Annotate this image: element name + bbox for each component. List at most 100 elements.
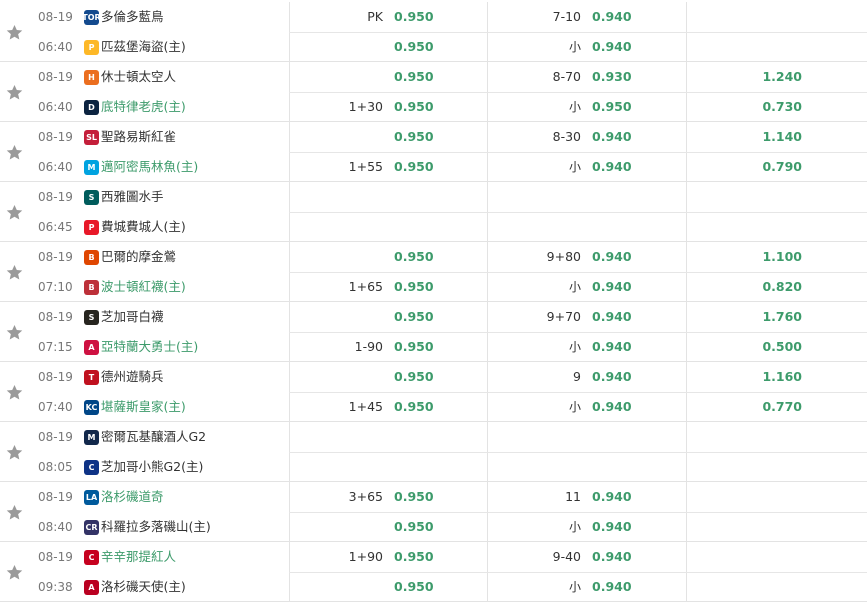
moneyline-odds[interactable]: 1.240 (762, 62, 802, 92)
match-time: 06:45 (38, 220, 73, 234)
moneyline-odds[interactable]: 0.730 (762, 92, 802, 122)
match-time: 07:15 (38, 340, 73, 354)
home-team-line: 09:38 A 洛杉磯天使(主) 0.950 小 0.940 (0, 572, 867, 602)
team-name[interactable]: 芝加哥白襪 (101, 302, 164, 332)
over-under-odds[interactable]: 0.940 (592, 122, 632, 152)
over-under-odds[interactable]: 0.940 (592, 542, 632, 572)
moneyline-odds[interactable]: 0.820 (762, 272, 802, 302)
team-name[interactable]: 洛杉磯天使(主) (101, 572, 186, 602)
team-name[interactable]: 德州遊騎兵 (101, 362, 164, 392)
away-team-line: 08-19 C 辛辛那提紅人 1+90 0.950 9-40 0.940 (0, 542, 867, 572)
over-under-odds[interactable]: 0.940 (592, 332, 632, 362)
handicap-odds[interactable]: 0.950 (394, 122, 434, 152)
braves-logo: A (84, 340, 99, 355)
match-date: 08-19 (38, 370, 73, 384)
over-under-odds[interactable]: 0.940 (592, 362, 632, 392)
team-name[interactable]: 西雅圖水手 (101, 182, 164, 212)
moneyline-odds[interactable]: 1.100 (762, 242, 802, 272)
match-row: 08-19 C 辛辛那提紅人 1+90 0.950 9-40 0.940 09:38 A 洛杉磯天… (0, 542, 867, 602)
over-under-odds[interactable]: 0.940 (592, 512, 632, 542)
handicap-odds[interactable]: 0.950 (394, 482, 434, 512)
handicap-odds[interactable]: 0.950 (394, 512, 434, 542)
team-name[interactable]: 巴爾的摩金鶯 (101, 242, 176, 272)
team-name[interactable]: 波士頓紅襪(主) (101, 272, 186, 302)
cardinals-logo: SL (84, 130, 99, 145)
handicap-odds[interactable]: 0.950 (394, 2, 434, 32)
team-name[interactable]: 辛辛那提紅人 (101, 542, 176, 572)
handicap-odds[interactable]: 0.950 (394, 62, 434, 92)
match-row: 08-19 S 芝加哥白襪 0.950 9+70 0.940 1.760 07:15 A 亞特蘭大… (0, 302, 867, 362)
over-under-odds[interactable]: 0.940 (592, 32, 632, 62)
handicap-odds[interactable]: 0.950 (394, 242, 434, 272)
orioles-logo: B (84, 250, 99, 265)
over-under-line: 8-30 (552, 129, 581, 144)
team-name[interactable]: 底特律老虎(主) (101, 92, 186, 122)
match-time: 06:40 (38, 100, 73, 114)
team-name[interactable]: 多倫多藍鳥 (101, 2, 164, 32)
match-row: 08-19 T 德州遊騎兵 0.950 9 0.940 1.160 07:40 KC 堪薩斯皇家(… (0, 362, 867, 422)
pirates-logo: P (84, 40, 99, 55)
team-name[interactable]: 聖路易斯紅雀 (101, 122, 176, 152)
away-team-line: 08-19 H 休士頓太空人 0.950 8-70 0.930 1.240 (0, 62, 867, 92)
team-name[interactable]: 科羅拉多落磯山(主) (101, 512, 211, 542)
over-under-line: 11 (565, 489, 581, 504)
handicap-odds[interactable]: 0.950 (394, 392, 434, 422)
handicap-odds[interactable]: 0.950 (394, 272, 434, 302)
over-under-odds[interactable]: 0.940 (592, 482, 632, 512)
team-name[interactable]: 邁阿密馬林魚(主) (101, 152, 198, 182)
team-name[interactable]: 費城費城人(主) (101, 212, 186, 242)
match-row: 08-19 LA 洛杉磯道奇 3+65 0.950 11 0.940 08:40 CR 科羅拉多落… (0, 482, 867, 542)
handicap-line: 1+30 (348, 99, 383, 114)
match-row: 08-19 H 休士頓太空人 0.950 8-70 0.930 1.240 06:40 D 底特律… (0, 62, 867, 122)
team-name[interactable]: 洛杉磯道奇 (101, 482, 164, 512)
home-team-line: 07:40 KC 堪薩斯皇家(主) 1+45 0.950 小 0.940 0.770 (0, 392, 867, 422)
team-name[interactable]: 芝加哥小熊G2(主) (101, 452, 203, 482)
over-under-line: 小 (568, 520, 581, 534)
over-under-odds[interactable]: 0.930 (592, 62, 632, 92)
handicap-odds[interactable]: 0.950 (394, 542, 434, 572)
handicap-odds[interactable]: 0.950 (394, 92, 434, 122)
moneyline-odds[interactable]: 1.140 (762, 122, 802, 152)
handicap-line: PK (367, 9, 383, 24)
team-name[interactable]: 密爾瓦基釀酒人G2 (101, 422, 206, 452)
over-under-line: 小 (568, 100, 581, 114)
match-date: 08-19 (38, 250, 73, 264)
over-under-odds[interactable]: 0.940 (592, 152, 632, 182)
over-under-odds[interactable]: 0.940 (592, 392, 632, 422)
team-name[interactable]: 匹茲堡海盜(主) (101, 32, 186, 62)
over-under-line: 小 (568, 580, 581, 594)
over-under-odds[interactable]: 0.940 (592, 302, 632, 332)
moneyline-odds[interactable]: 0.790 (762, 152, 802, 182)
handicap-odds[interactable]: 0.950 (394, 302, 434, 332)
over-under-odds[interactable]: 0.940 (592, 272, 632, 302)
match-time: 09:38 (38, 580, 73, 594)
over-under-odds[interactable]: 0.940 (592, 242, 632, 272)
moneyline-odds[interactable]: 1.160 (762, 362, 802, 392)
handicap-odds[interactable]: 0.950 (394, 332, 434, 362)
match-date: 08-19 (38, 550, 73, 564)
match-date: 08-19 (38, 310, 73, 324)
white-sox-logo: S (84, 310, 99, 325)
team-name[interactable]: 休士頓太空人 (101, 62, 176, 92)
moneyline-odds[interactable]: 1.760 (762, 302, 802, 332)
rangers-logo: T (84, 370, 99, 385)
handicap-odds[interactable]: 0.950 (394, 572, 434, 602)
home-team-line: 07:10 B 波士頓紅襪(主) 1+65 0.950 小 0.940 0.820 (0, 272, 867, 302)
home-team-line: 07:15 A 亞特蘭大勇士(主) 1-90 0.950 小 0.940 0.500 (0, 332, 867, 362)
team-name[interactable]: 亞特蘭大勇士(主) (101, 332, 198, 362)
red-sox-logo: B (84, 280, 99, 295)
home-team-line: 06:45 P 費城費城人(主) (0, 212, 867, 242)
handicap-line: 1+65 (348, 279, 383, 294)
handicap-odds[interactable]: 0.950 (394, 32, 434, 62)
handicap-odds[interactable]: 0.950 (394, 362, 434, 392)
moneyline-odds[interactable]: 0.770 (762, 392, 802, 422)
moneyline-odds[interactable]: 0.500 (762, 332, 802, 362)
over-under-odds[interactable]: 0.940 (592, 572, 632, 602)
over-under-odds[interactable]: 0.950 (592, 92, 632, 122)
team-name[interactable]: 堪薩斯皇家(主) (101, 392, 186, 422)
match-date: 08-19 (38, 10, 73, 24)
handicap-odds[interactable]: 0.950 (394, 152, 434, 182)
over-under-line: 9+70 (546, 309, 581, 324)
over-under-odds[interactable]: 0.940 (592, 2, 632, 32)
over-under-line: 9+80 (546, 249, 581, 264)
